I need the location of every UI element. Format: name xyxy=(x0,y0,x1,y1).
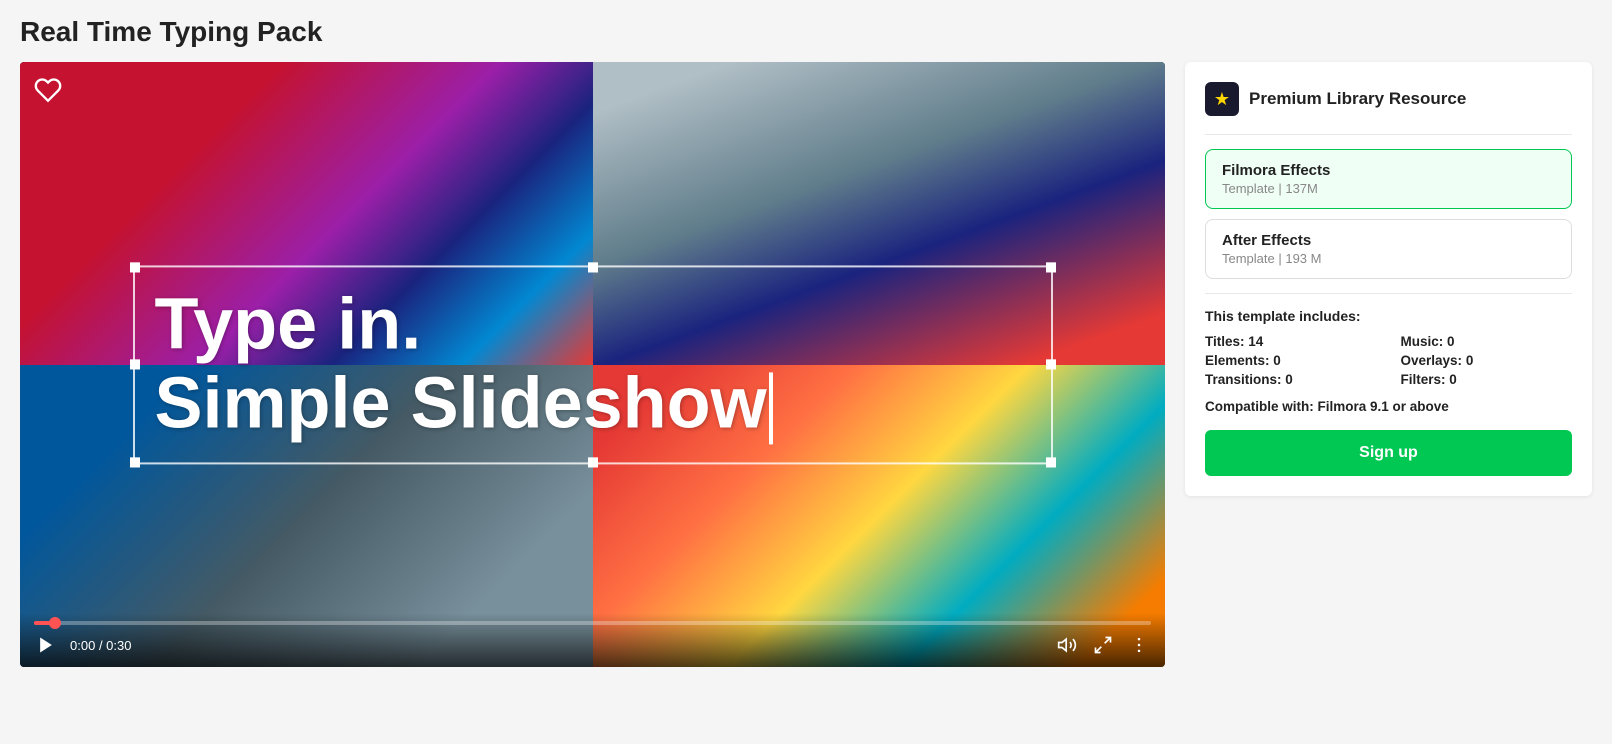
handle-bl xyxy=(130,457,140,467)
video-controls: 0:00 / 0:30 xyxy=(20,613,1165,667)
play-icon xyxy=(36,635,56,655)
volume-icon xyxy=(1057,635,1077,655)
compatible-row: Compatible with: Filmora 9.1 or above xyxy=(1205,399,1572,414)
sidebar: ★ Premium Library Resource Filmora Effec… xyxy=(1185,62,1592,496)
premium-badge: ★ Premium Library Resource xyxy=(1205,82,1572,116)
selection-box: Type in. Simple Slideshow xyxy=(133,265,1053,464)
includes-grid: Titles: 14 Music: 0 Elements: 0 Overlays… xyxy=(1205,334,1572,387)
progress-dot xyxy=(49,617,61,629)
favorite-button[interactable] xyxy=(34,76,62,107)
after-effects-option[interactable]: After Effects Template | 193 M xyxy=(1205,219,1572,279)
overlays-item: Overlays: 0 xyxy=(1401,353,1573,368)
handle-tm xyxy=(588,262,598,272)
volume-button[interactable] xyxy=(1055,633,1079,657)
controls-row: 0:00 / 0:30 xyxy=(34,633,1151,657)
fullscreen-button[interactable] xyxy=(1091,633,1115,657)
text-overlay: Type in. Simple Slideshow xyxy=(133,265,1053,464)
more-icon xyxy=(1129,635,1149,655)
handle-ml xyxy=(130,359,140,369)
badge-icon: ★ xyxy=(1205,82,1239,116)
after-effects-title: After Effects xyxy=(1222,232,1555,249)
play-button[interactable] xyxy=(34,633,58,657)
page-title: Real Time Typing Pack xyxy=(20,16,1592,48)
video-player: Type in. Simple Slideshow xyxy=(20,62,1165,667)
filmora-effects-option[interactable]: Filmora Effects Template | 137M xyxy=(1205,149,1572,209)
handle-tr xyxy=(1046,262,1056,272)
content-area: Type in. Simple Slideshow xyxy=(20,62,1592,667)
filmora-effects-subtitle: Template | 137M xyxy=(1222,181,1555,196)
heart-icon xyxy=(34,76,62,104)
progress-fill xyxy=(34,621,56,625)
music-item: Music: 0 xyxy=(1401,334,1573,349)
star-icon: ★ xyxy=(1214,89,1230,110)
video-preview: Type in. Simple Slideshow xyxy=(20,62,1165,667)
time-display: 0:00 / 0:30 xyxy=(70,638,131,653)
divider-1 xyxy=(1205,134,1572,135)
includes-heading: This template includes: xyxy=(1205,308,1572,324)
handle-tl xyxy=(130,262,140,272)
filmora-effects-title: Filmora Effects xyxy=(1222,162,1555,179)
page-wrapper: Real Time Typing Pack xyxy=(0,0,1612,683)
handle-mr xyxy=(1046,359,1056,369)
typing-line1: Type in. xyxy=(155,285,1031,364)
filters-item: Filters: 0 xyxy=(1401,372,1573,387)
more-button[interactable] xyxy=(1127,633,1151,657)
handle-bm xyxy=(588,457,598,467)
elements-item: Elements: 0 xyxy=(1205,353,1377,368)
after-effects-subtitle: Template | 193 M xyxy=(1222,251,1555,266)
typing-line2: Simple Slideshow xyxy=(155,364,1031,444)
typing-text: Type in. Simple Slideshow xyxy=(155,285,1031,444)
fullscreen-icon xyxy=(1093,635,1113,655)
divider-2 xyxy=(1205,293,1572,294)
titles-item: Titles: 14 xyxy=(1205,334,1377,349)
progress-bar[interactable] xyxy=(34,621,1151,625)
transitions-item: Transitions: 0 xyxy=(1205,372,1377,387)
signup-button[interactable]: Sign up xyxy=(1205,430,1572,476)
handle-br xyxy=(1046,457,1056,467)
cursor xyxy=(769,372,773,444)
premium-title: Premium Library Resource xyxy=(1249,89,1466,109)
